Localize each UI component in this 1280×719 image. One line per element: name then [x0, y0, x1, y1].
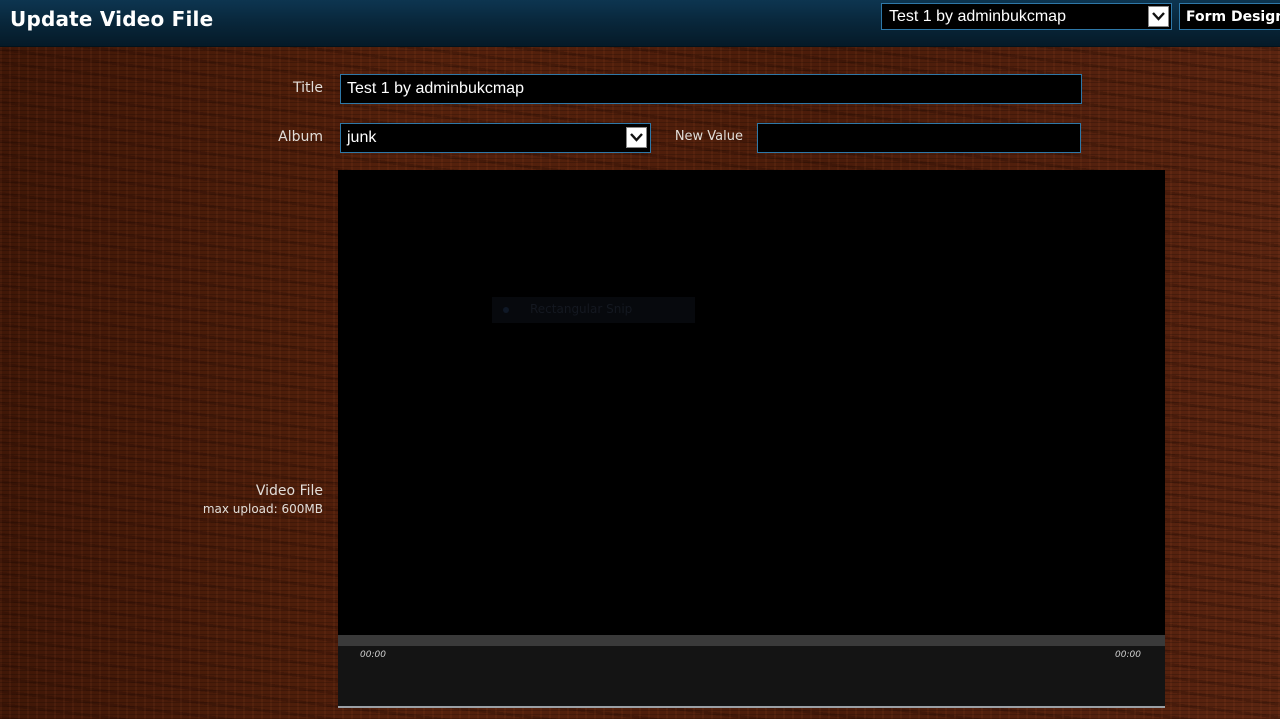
- snip-overlay-label: Rectangular Snip: [530, 302, 633, 316]
- form-designer-button[interactable]: Form Designer: [1179, 3, 1280, 30]
- chevron-down-icon[interactable]: [1148, 6, 1169, 27]
- snip-overlay: Rectangular Snip: [492, 297, 695, 323]
- record-select-value: Test 1 by adminbukcmap: [889, 8, 1066, 25]
- radio-dot-icon: [503, 307, 509, 313]
- player-controls: 00:00 00:00: [338, 646, 1165, 706]
- header-bar: Update Video File Test 1 by adminbukcmap…: [0, 0, 1280, 47]
- current-time: 00:00: [360, 650, 386, 660]
- video-display[interactable]: Rectangular Snip: [338, 170, 1165, 635]
- max-upload-note: max upload: 600MB: [202, 502, 323, 516]
- record-select[interactable]: Test 1 by adminbukcmap: [881, 3, 1172, 30]
- title-label: Title: [292, 80, 323, 96]
- album-select-value: junk: [347, 129, 377, 146]
- chevron-down-icon[interactable]: [626, 127, 647, 148]
- player-bottom-border: [338, 706, 1165, 708]
- album-label: Album: [278, 129, 323, 145]
- video-player[interactable]: Rectangular Snip 00:00 00:00: [338, 170, 1165, 708]
- album-select[interactable]: junk: [340, 123, 651, 153]
- form-designer-label: Form Designer: [1186, 9, 1280, 25]
- title-input[interactable]: [340, 74, 1082, 104]
- video-file-label: Video File: [255, 483, 323, 499]
- new-value-input[interactable]: [757, 123, 1081, 153]
- seek-bar[interactable]: [338, 635, 1165, 646]
- page-title: Update Video File: [10, 7, 214, 31]
- duration-time: 00:00: [1115, 650, 1141, 660]
- new-value-label: New Value: [674, 129, 743, 144]
